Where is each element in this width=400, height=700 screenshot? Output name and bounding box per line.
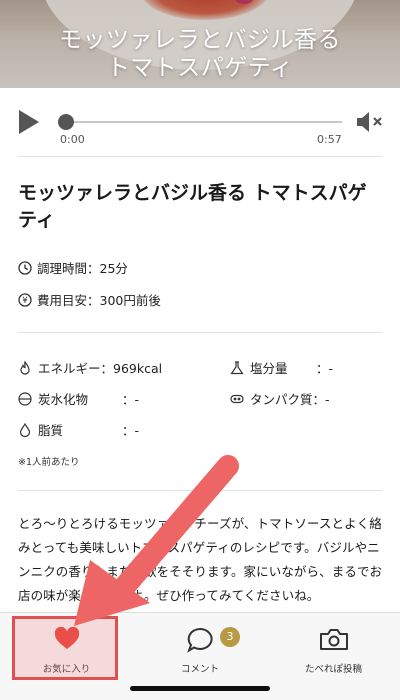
recipe-title: モッツァレラとバジル香る トマトスパゲティ (18, 182, 367, 231)
comment-count-badge: 3 (220, 627, 240, 647)
clock-icon (18, 260, 32, 275)
play-button[interactable] (18, 109, 40, 135)
hero-image: モッツァレラとバジル香る トマトスパゲティ (0, 0, 400, 88)
drop-icon (18, 422, 32, 437)
speech-bubble-icon (186, 627, 214, 657)
nutrition-salt: 塩分量 ：- (230, 358, 333, 377)
comment-button[interactable]: 3 コメント (133, 613, 267, 683)
favorite-label: お気に入り (42, 664, 91, 675)
bowl-icon (18, 391, 32, 406)
divider (18, 490, 382, 491)
bean-icon (230, 392, 244, 406)
nutrition-fat: 脂質 ：- (18, 420, 139, 439)
divider (18, 156, 382, 157)
cook-time: 調理時間：25分 (18, 258, 128, 277)
post-photo-button[interactable]: たべれぽ投稿 (267, 613, 400, 683)
divider (18, 332, 382, 333)
flame-icon (18, 360, 32, 375)
heart-icon (54, 626, 80, 655)
flask-icon (230, 360, 244, 375)
recipe-description: とろ〜りとろけるモッツァレラチーズが、トマトソースとよく絡みとっても美味しいトマ… (18, 516, 383, 603)
home-indicator (130, 686, 270, 691)
yen-icon: ¥ (18, 292, 32, 307)
favorite-button[interactable]: お気に入り (0, 613, 133, 683)
play-icon (19, 110, 39, 134)
nutrition-carbs: 炭水化物 ：- (18, 389, 139, 408)
post-photo-label: たべれぽ投稿 (304, 664, 362, 675)
camera-icon (319, 627, 349, 655)
svg-text:¥: ¥ (22, 296, 28, 306)
speaker-muted-icon (357, 112, 382, 132)
nutrition-energy: エネルギー ：969kcal (18, 358, 162, 377)
duration: 0:57 (317, 133, 342, 146)
cost: ¥ 費用目安：300円前後 (18, 290, 161, 309)
mute-button[interactable] (356, 111, 384, 133)
seek-bar[interactable] (66, 121, 342, 123)
hero-title: モッツァレラとバジル香る トマトスパゲティ (59, 27, 341, 81)
nutrition-note: ※1人前あたり (18, 457, 80, 468)
comment-label: コメント (180, 664, 219, 675)
seek-handle[interactable] (58, 114, 74, 130)
current-time: 0:00 (60, 133, 85, 146)
nutrition-protein: タンパク質 ：- (230, 389, 330, 408)
video-player: 0:00 0:57 (0, 100, 400, 152)
